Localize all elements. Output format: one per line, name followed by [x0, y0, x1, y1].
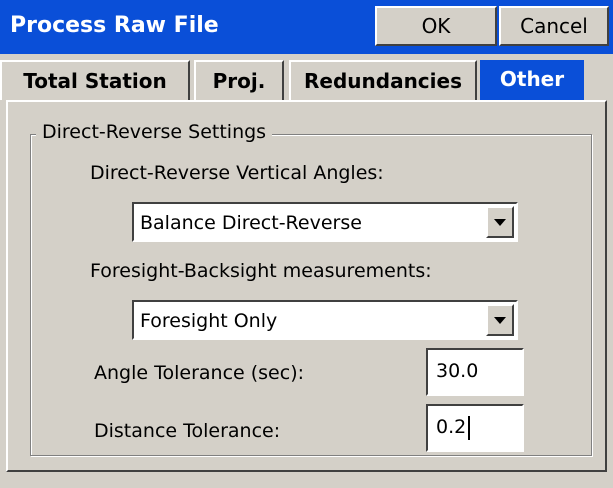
text-caret	[468, 416, 470, 440]
fs-bs-value: Foresight Only	[140, 310, 278, 332]
chevron-down-icon[interactable]	[486, 206, 514, 238]
tab-other[interactable]: Other	[480, 60, 584, 100]
distance-tolerance-value: 0.2	[436, 416, 467, 438]
vertical-angles-value: Balance Direct-Reverse	[140, 212, 362, 234]
angle-tolerance-label: Angle Tolerance (sec):	[94, 362, 305, 384]
tab-strip: Total Station Proj. Redundancies Other	[0, 56, 613, 102]
group-label: Direct-Reverse Settings	[36, 118, 273, 146]
fs-bs-select[interactable]: Foresight Only	[132, 300, 518, 340]
distance-tolerance-field[interactable]: 0.2	[426, 404, 524, 452]
dialog-title: Process Raw File	[10, 13, 219, 38]
other-tab-panel: Direct-Reverse Settings Direct-Reverse V…	[6, 100, 607, 472]
tab-total-station[interactable]: Total Station	[0, 60, 190, 100]
tab-redundancies[interactable]: Redundancies	[289, 60, 477, 100]
fs-bs-label: Foresight-Backsight measurements:	[90, 260, 432, 282]
chevron-down-icon[interactable]	[486, 304, 514, 336]
process-raw-file-dialog: Process Raw File OK Cancel Total Station…	[0, 0, 613, 488]
tab-proj[interactable]: Proj.	[194, 60, 284, 100]
vertical-angles-select[interactable]: Balance Direct-Reverse	[132, 202, 518, 242]
distance-tolerance-label: Distance Tolerance:	[94, 420, 281, 442]
vertical-angles-label: Direct-Reverse Vertical Angles:	[90, 162, 384, 184]
cancel-button[interactable]: Cancel	[499, 6, 609, 46]
ok-button[interactable]: OK	[375, 6, 497, 46]
title-bar: Process Raw File OK Cancel	[0, 0, 613, 54]
angle-tolerance-value: 30.0	[436, 360, 479, 382]
angle-tolerance-field[interactable]: 30.0	[426, 348, 524, 396]
